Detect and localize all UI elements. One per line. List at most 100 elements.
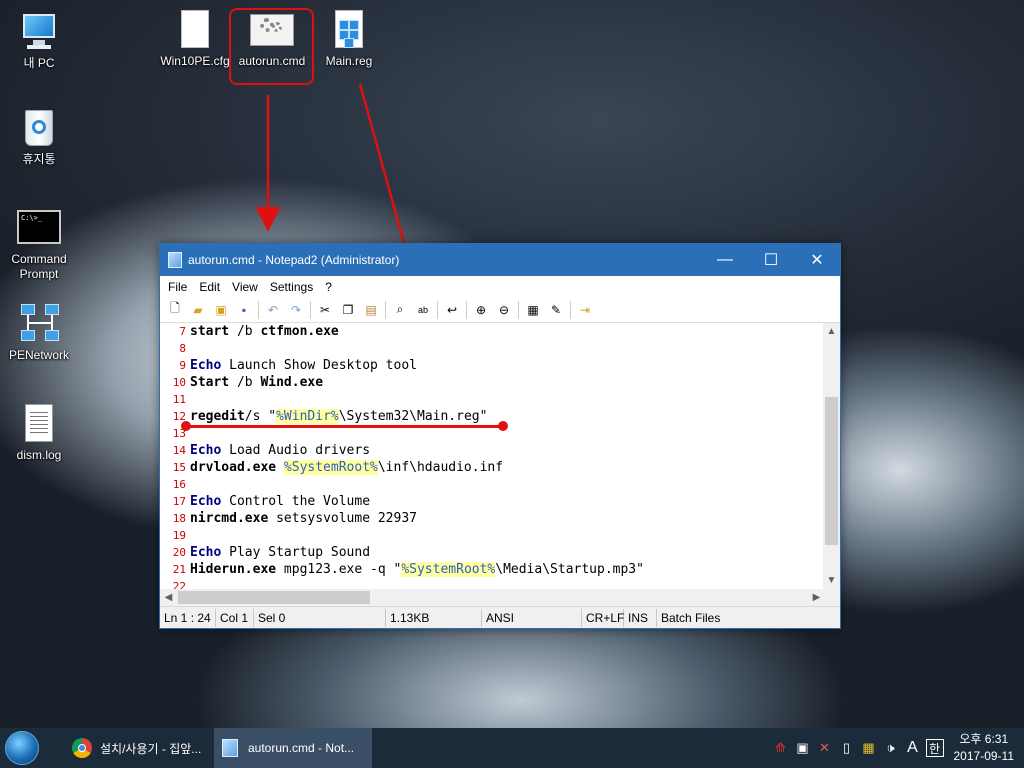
ime-mode[interactable]: A [904, 739, 922, 757]
code-line[interactable]: 14 Echo Load Audio drivers [160, 442, 825, 459]
scroll-thumb[interactable] [825, 397, 838, 545]
code-token: Echo [190, 545, 222, 560]
network-icon[interactable]: ▣ [794, 739, 812, 757]
desktop-icon-recycle-bin[interactable]: 휴지통 [1, 106, 77, 167]
start-button[interactable] [0, 728, 44, 768]
status-encoding[interactable]: ANSI [482, 608, 582, 627]
scroll-up-icon[interactable]: ▲ [823, 323, 840, 340]
display-icon[interactable]: ▦ [860, 739, 878, 757]
code-token: Echo [190, 494, 222, 509]
browse-icon[interactable]: ▣ [212, 301, 230, 319]
line-number: 19 [172, 529, 186, 542]
tray-tool-icon[interactable]: ✕ [816, 739, 834, 757]
notepad2-window[interactable]: autorun.cmd - Notepad2 (Administrator) —… [159, 243, 841, 629]
maximize-button[interactable]: ☐ [748, 244, 794, 276]
code-token: \Media\Startup.mp3" [495, 562, 644, 577]
code-token: regedit [190, 409, 245, 424]
code-line[interactable]: 20 Echo Play Startup Sound [160, 544, 825, 561]
volume-icon[interactable]: 🕩 [882, 739, 900, 757]
minimize-button[interactable]: — [702, 244, 748, 276]
zoom-out-icon[interactable]: ⊖ [495, 301, 513, 319]
menu-file[interactable]: File [162, 280, 193, 294]
new-file-icon[interactable]: 🗋 [166, 301, 184, 319]
code-line[interactable]: 7 start /b ctfmon.exe [160, 323, 825, 340]
cut-icon[interactable]: ✂ [316, 301, 334, 319]
paste-icon[interactable]: ▤ [362, 301, 380, 319]
code-line[interactable]: 22 [160, 578, 825, 589]
save-icon[interactable]: ▪ [235, 301, 253, 319]
status-eol[interactable]: CR+LF [582, 608, 624, 627]
line-number: 21 [172, 563, 186, 576]
taskbar-item-notepad2[interactable]: autorun.cmd - Not... [214, 728, 372, 768]
code-token: /b [229, 375, 261, 390]
open-folder-icon[interactable]: ▰ [189, 301, 207, 319]
status-lexer[interactable]: Batch Files [657, 609, 724, 627]
menu-help[interactable]: ? [319, 280, 338, 294]
menu-edit[interactable]: Edit [193, 280, 226, 294]
line-number: 16 [172, 478, 186, 491]
system-tray: ⟰ ▣ ✕ ▯ ▦ 🕩 A 한 오후 6:31 2017-09-11 [770, 728, 1024, 768]
chrome-icon [72, 738, 92, 758]
copy-icon[interactable]: ❐ [339, 301, 357, 319]
code-line[interactable]: 15 drvload.exe %SystemRoot%\inf\hdaudio.i… [160, 459, 825, 476]
desktop-icon-command-prompt[interactable]: C:\>_ Command Prompt [1, 206, 77, 282]
taskbar: 설치/사용기 - 집앞... autorun.cmd - Not... ⟰ ▣ … [0, 728, 1024, 768]
code-line[interactable]: 9 Echo Launch Show Desktop tool [160, 357, 825, 374]
windows-logo-icon [5, 731, 39, 765]
code-token: nircmd.exe [190, 511, 269, 526]
scheme-icon[interactable]: ▦ [524, 301, 542, 319]
scroll-thumb[interactable] [178, 591, 370, 604]
code-line[interactable]: 12 regedit/s "%WinDir%\System32\Main.reg" [160, 408, 825, 425]
horizontal-scrollbar[interactable]: ◀ ▶ [160, 589, 825, 606]
code-line[interactable]: 8 [160, 340, 825, 357]
word-wrap-icon[interactable]: ↩ [443, 301, 461, 319]
undo-icon[interactable]: ↶ [264, 301, 282, 319]
zoom-in-icon[interactable]: ⊕ [472, 301, 490, 319]
status-selection: Sel 0 [254, 608, 386, 627]
title-bar[interactable]: autorun.cmd - Notepad2 (Administrator) —… [160, 244, 840, 276]
find-icon[interactable]: ⌕ [391, 301, 409, 319]
scrollbar-corner [823, 589, 840, 606]
replace-icon[interactable]: ab [414, 301, 432, 319]
scroll-left-icon[interactable]: ◀ [160, 589, 177, 606]
code-line[interactable]: 16 [160, 476, 825, 493]
scroll-down-icon[interactable]: ▼ [823, 572, 840, 589]
code-token: \inf\hdaudio.inf [377, 460, 504, 475]
taskbar-item-chrome[interactable]: 설치/사용기 - 집앞... [64, 728, 214, 768]
menu-settings[interactable]: Settings [264, 280, 319, 294]
desktop-icon-this-pc[interactable]: 내 PC [1, 10, 77, 71]
desktop-icon-label: 휴지통 [22, 152, 56, 166]
vertical-scrollbar[interactable]: ▲ ▼ [823, 323, 840, 589]
status-size: 1.13KB [386, 608, 482, 627]
code-line[interactable]: 17 Echo Control the Volume [160, 493, 825, 510]
desktop-icon-dism-log[interactable]: dism.log [1, 402, 77, 463]
code-line[interactable]: 18 nircmd.exe setsysvolume 22937 [160, 510, 825, 527]
exit-icon[interactable]: ⇥ [576, 301, 594, 319]
code-editor[interactable]: 7 start /b ctfmon.exe 8 9 Echo Launch Show D… [160, 323, 825, 589]
menu-bar: File Edit View Settings ? [160, 276, 840, 297]
usb-icon[interactable]: ▯ [838, 739, 856, 757]
menu-view[interactable]: View [226, 280, 264, 294]
desktop-icon-penetwork[interactable]: PENetwork [1, 302, 77, 363]
line-code: Echo Load Audio drivers [188, 442, 370, 459]
desktop-icon-main-reg[interactable]: Main.reg [311, 8, 387, 69]
clock[interactable]: 오후 6:31 2017-09-11 [946, 731, 1024, 765]
annotation-dot-left [181, 421, 191, 431]
desktop-icon-win10pe-cfg[interactable]: Win10PE.cfg [157, 8, 233, 69]
code-line[interactable]: 19 [160, 527, 825, 544]
status-column: Col 1 [216, 608, 254, 627]
ime-hangul[interactable]: 한 [925, 739, 944, 757]
customize-icon[interactable]: ✎ [547, 301, 565, 319]
text-file-icon [17, 402, 61, 446]
code-line[interactable]: 21 Hiderun.exe mpg123.exe -q "%SystemRoot… [160, 561, 825, 578]
command-prompt-icon: C:\>_ [17, 206, 61, 250]
redo-icon[interactable]: ↷ [287, 301, 305, 319]
line-code: Echo Play Startup Sound [188, 544, 370, 561]
code-line[interactable]: 10 Start /b Wind.exe [160, 374, 825, 391]
tray-app-icon[interactable]: ⟰ [772, 739, 790, 757]
code-line[interactable]: 11 [160, 391, 825, 408]
status-insert-mode[interactable]: INS [624, 608, 657, 627]
close-button[interactable]: ✕ [794, 244, 840, 276]
